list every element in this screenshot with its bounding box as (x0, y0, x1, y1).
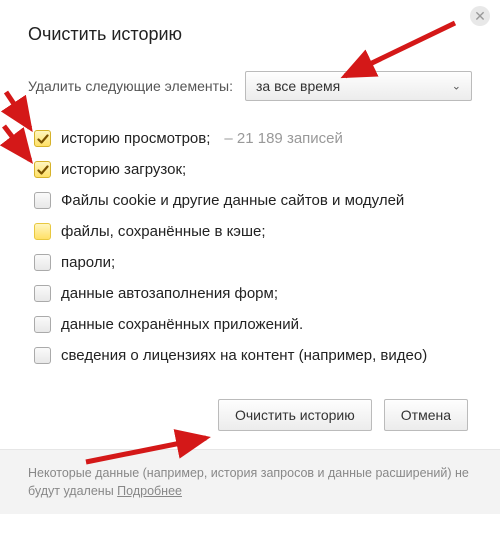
opt-downloads-history-checkbox[interactable] (34, 161, 51, 178)
opt-apps-data-checkbox[interactable] (34, 316, 51, 333)
check-icon (37, 133, 49, 145)
dialog-title: Очистить историю (28, 24, 472, 45)
close-button[interactable]: ✕ (470, 6, 490, 26)
opt-browsing-history-label: историю просмотров; (61, 130, 210, 147)
opt-browsing-history-checkbox[interactable] (34, 130, 51, 147)
opt-cache-checkbox[interactable] (34, 223, 51, 240)
close-icon: ✕ (474, 8, 486, 24)
time-range-select[interactable]: за все время ⌄ (245, 71, 472, 101)
opt-apps-data: данные сохранённых приложений. (34, 309, 472, 340)
opt-browsing-history: историю просмотров; – 21 189 записей (34, 123, 472, 154)
clear-button[interactable]: Очистить историю (218, 399, 372, 431)
opt-cookies-label: Файлы cookie и другие данные сайтов и мо… (61, 192, 404, 209)
opt-autofill-checkbox[interactable] (34, 285, 51, 302)
chevron-down-icon: ⌄ (452, 80, 461, 93)
opt-cache: файлы, сохранённые в кэше; (34, 216, 472, 247)
opt-cache-label: файлы, сохранённые в кэше; (61, 223, 266, 240)
opt-passwords-checkbox[interactable] (34, 254, 51, 271)
footer-link[interactable]: Подробнее (117, 484, 182, 498)
options-list: историю просмотров;– 21 189 записейистор… (34, 123, 472, 371)
dialog-footer: Некоторые данные (например, история запр… (0, 449, 500, 514)
opt-autofill-label: данные автозаполнения форм; (61, 285, 278, 302)
cancel-button[interactable]: Отмена (384, 399, 468, 431)
opt-passwords-label: пароли; (61, 254, 115, 271)
opt-cookies: Файлы cookie и другие данные сайтов и мо… (34, 185, 472, 216)
opt-licenses-label: сведения о лицензиях на контент (наприме… (61, 347, 427, 364)
dialog-actions: Очистить историю Отмена (28, 399, 468, 431)
footer-text: Некоторые данные (например, история запр… (28, 466, 469, 498)
time-range-label: Удалить следующие элементы: (28, 78, 233, 94)
opt-licenses-checkbox[interactable] (34, 347, 51, 364)
opt-apps-data-label: данные сохранённых приложений. (61, 316, 303, 333)
clear-button-label: Очистить историю (235, 407, 355, 423)
cancel-button-label: Отмена (401, 407, 451, 423)
time-range-row: Удалить следующие элементы: за все время… (28, 71, 472, 101)
opt-passwords: пароли; (34, 247, 472, 278)
time-range-value: за все время (256, 78, 340, 94)
clear-history-dialog: ✕ Очистить историю Удалить следующие эле… (0, 0, 500, 449)
opt-cookies-checkbox[interactable] (34, 192, 51, 209)
check-icon (37, 164, 49, 176)
opt-autofill: данные автозаполнения форм; (34, 278, 472, 309)
opt-downloads-history: историю загрузок; (34, 154, 472, 185)
opt-browsing-history-note: – 21 189 записей (224, 130, 343, 147)
opt-downloads-history-label: историю загрузок; (61, 161, 186, 178)
opt-licenses: сведения о лицензиях на контент (наприме… (34, 340, 472, 371)
